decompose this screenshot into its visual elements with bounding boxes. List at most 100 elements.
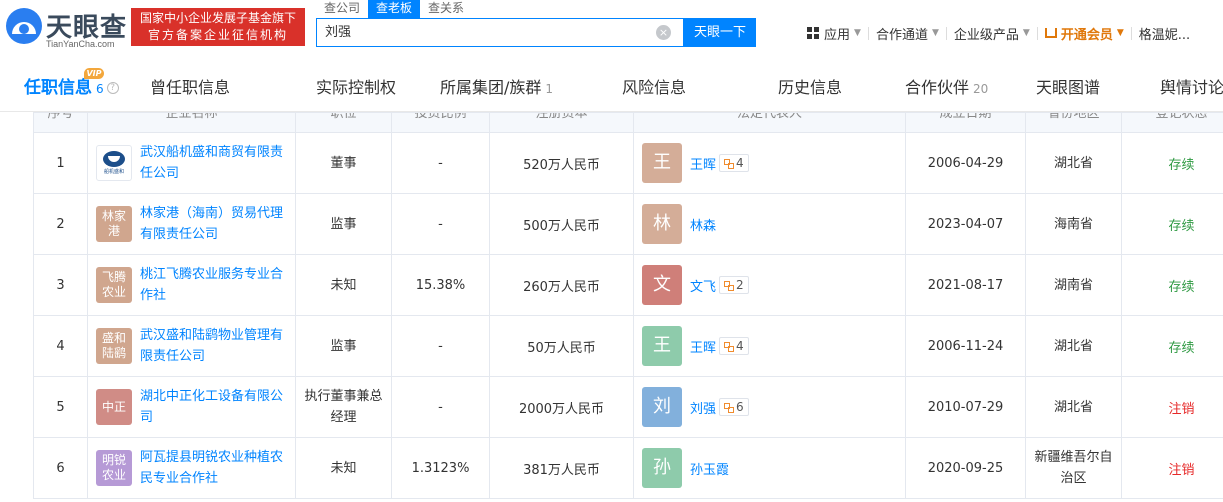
- cell-capital: 520万人民币: [489, 132, 634, 194]
- table-row: 3 飞腾农业 桃江飞腾农业服务专业合作社 未知 15.38% 260万人民币 文文…: [33, 254, 1223, 316]
- search-tab-company[interactable]: 查公司: [316, 0, 368, 18]
- cell-no: 3: [33, 254, 88, 316]
- cell-region: 湖北省: [1025, 376, 1122, 438]
- status-badge: 注销: [1168, 462, 1195, 478]
- company-name-link[interactable]: 武汉盛和陆鹞物业管理有限责任公司: [140, 325, 288, 367]
- cell-company: 中正 湖北中正化工设备有限公司: [87, 376, 296, 438]
- relation-count: 4: [736, 156, 744, 170]
- person-avatar[interactable]: 林: [642, 204, 682, 244]
- person-name-link[interactable]: 刘强: [690, 398, 716, 417]
- person-avatar[interactable]: 刘: [642, 387, 682, 427]
- tab-label: 风险信息: [622, 78, 687, 97]
- relation-count: 2: [736, 278, 744, 292]
- tab-count: 1: [545, 82, 554, 96]
- relation-count-badge[interactable]: 4: [719, 337, 749, 355]
- relation-count-badge[interactable]: 4: [719, 154, 749, 172]
- tab-partners[interactable]: 合作伙伴 20: [905, 66, 988, 112]
- col-header-legal-rep: 法定代表人: [633, 112, 906, 133]
- company-name-link[interactable]: 湖北中正化工设备有限公司: [140, 386, 288, 428]
- person-avatar[interactable]: 文: [642, 265, 682, 305]
- cell-capital: 500万人民币: [489, 193, 634, 255]
- cell-legal-rep: 林林森: [633, 193, 906, 255]
- company-name-link[interactable]: 阿瓦提县明锐农业种植农民专业合作社: [140, 447, 288, 489]
- relation-count: 6: [736, 400, 744, 414]
- tab-group[interactable]: 所属集团/族群 1: [440, 66, 553, 112]
- nav-vip[interactable]: 开通会员 ▼: [1038, 24, 1131, 43]
- status-badge: 存续: [1168, 279, 1195, 295]
- relation-icon: [724, 280, 735, 291]
- company-logo[interactable]: 船机盛和: [96, 145, 132, 181]
- company-logo[interactable]: 飞腾农业: [96, 267, 132, 303]
- tab-graph[interactable]: 天眼图谱: [1036, 66, 1100, 112]
- cell-ratio: 1.3123%: [391, 437, 490, 499]
- banner-line-2: 官方备案企业征信机构: [147, 28, 288, 42]
- tab-public-opinion[interactable]: 舆情讨论: [1160, 66, 1223, 112]
- company-logo[interactable]: 盛和陆鹞: [96, 328, 132, 364]
- col-header-status: 登记状态: [1121, 112, 1223, 133]
- search-tab-relation[interactable]: 查关系: [420, 0, 472, 18]
- company-logo[interactable]: 明锐农业: [96, 450, 132, 486]
- person-name-link[interactable]: 文飞: [690, 276, 716, 295]
- cell-company: 林家港 林家港（海南）贸易代理有限责任公司: [87, 193, 296, 255]
- tab-label: 舆情讨论: [1160, 78, 1223, 97]
- person-avatar[interactable]: 王: [642, 326, 682, 366]
- company-name-link[interactable]: 桃江飞腾农业服务专业合作社: [140, 264, 288, 306]
- company-name-link[interactable]: 林家港（海南）贸易代理有限责任公司: [140, 203, 288, 245]
- relation-count-badge[interactable]: 2: [719, 276, 749, 294]
- status-badge: 存续: [1168, 157, 1195, 173]
- table-header-row: 序号 企业名称 职位 投资比例 注册资本 法定代表人 成立日期 省份地区 登记状…: [33, 112, 1223, 133]
- cell-no: 2: [33, 193, 88, 255]
- eye-logo-icon: [6, 8, 42, 44]
- cell-legal-rep: 王王晖 4: [633, 315, 906, 377]
- cell-position: 监事: [295, 193, 392, 255]
- cell-date: 2010-07-29: [905, 376, 1026, 438]
- nav-cooperation[interactable]: 合作通道 ▼: [869, 24, 946, 43]
- col-header-region: 省份地区: [1025, 112, 1122, 133]
- tab-count: 20: [973, 82, 989, 96]
- cell-status: 注销: [1121, 376, 1223, 438]
- person-name-link[interactable]: 孙玉霞: [690, 459, 729, 478]
- tab-label: 任职信息: [24, 78, 92, 98]
- search-button[interactable]: 天眼一下: [684, 18, 756, 47]
- company-logo[interactable]: 林家港: [96, 206, 132, 242]
- cell-region: 湖南省: [1025, 254, 1122, 316]
- tab-label: 实际控制权: [316, 78, 397, 97]
- search-input[interactable]: 刘强: [316, 18, 684, 47]
- cell-position: 执行董事兼总经理: [295, 376, 392, 438]
- cell-no: 4: [33, 315, 88, 377]
- status-badge: 存续: [1168, 340, 1195, 356]
- search-tab-boss[interactable]: 查老板: [368, 0, 421, 18]
- relation-icon: [724, 402, 735, 413]
- person-avatar[interactable]: 王: [642, 143, 682, 183]
- caret-down-icon: ▼: [931, 28, 939, 38]
- relation-count-badge[interactable]: 6: [719, 398, 749, 416]
- cell-position: 未知: [295, 254, 392, 316]
- caret-down-icon: ▼: [1022, 28, 1030, 38]
- person-name-link[interactable]: 王晖: [690, 337, 716, 356]
- cell-capital: 260万人民币: [489, 254, 634, 316]
- tab-risk[interactable]: 风险信息: [622, 66, 686, 112]
- cell-capital: 381万人民币: [489, 437, 634, 499]
- cell-legal-rep: 文文飞 2: [633, 254, 906, 316]
- company-logo[interactable]: 中正: [96, 389, 132, 425]
- person-avatar[interactable]: 孙: [642, 448, 682, 488]
- tab-current-positions[interactable]: 任职信息 6?: [24, 66, 119, 112]
- tab-actual-control[interactable]: 实际控制权: [316, 66, 396, 112]
- col-header-company: 企业名称: [87, 112, 296, 133]
- cell-no: 1: [33, 132, 88, 194]
- person-name-link[interactable]: 王晖: [690, 154, 716, 173]
- section-tabs: 任职信息 6? 曾任职信息 实际控制权 所属集团/族群 1 风险信息 历史信息 合作…: [0, 66, 1223, 112]
- nav-enterprise[interactable]: 企业级产品 ▼: [947, 24, 1037, 43]
- help-icon[interactable]: ?: [106, 82, 119, 94]
- nav-apps[interactable]: 应用 ▼: [800, 24, 868, 43]
- cell-ratio: -: [391, 376, 490, 438]
- relation-icon: [724, 158, 735, 169]
- company-name-link[interactable]: 武汉船机盛和商贸有限责任公司: [140, 142, 288, 184]
- tab-history[interactable]: 历史信息: [778, 66, 842, 112]
- person-name-link[interactable]: 林森: [690, 215, 716, 234]
- nav-user[interactable]: 格温妮...: [1132, 24, 1197, 43]
- cell-date: 2021-08-17: [905, 254, 1026, 316]
- clear-search-icon[interactable]: ×: [656, 25, 671, 40]
- tab-past-positions[interactable]: 曾任职信息: [150, 66, 230, 112]
- tianyancha-logo[interactable]: 天眼查 TianYanCha.com: [6, 6, 130, 50]
